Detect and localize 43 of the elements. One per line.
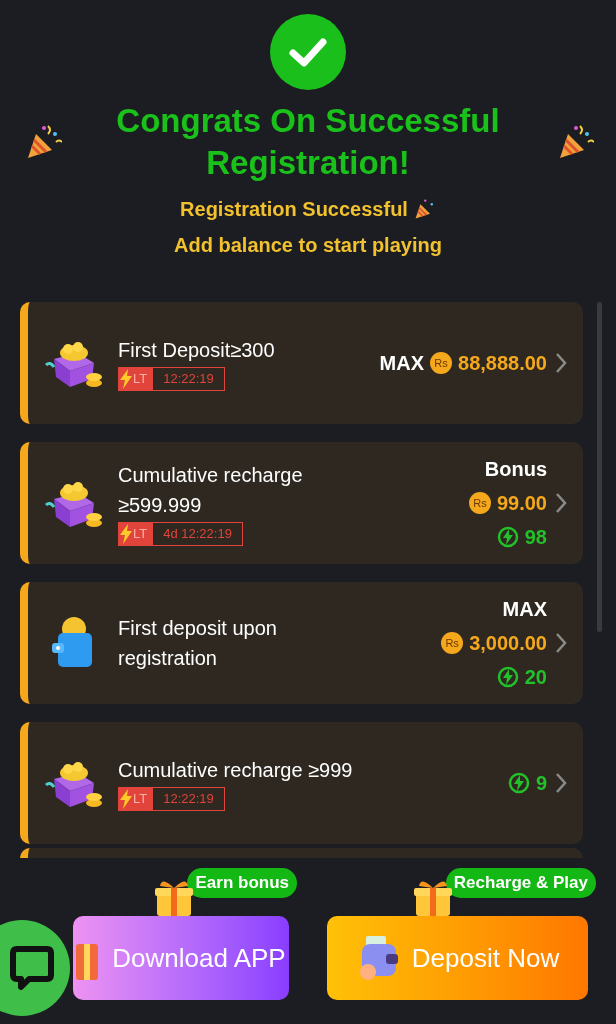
reward-label: MAX (502, 597, 547, 622)
currency-badge: Rs (441, 632, 464, 654)
chevron-right-icon (555, 352, 567, 374)
reward-label: MAX (379, 351, 424, 376)
lightning-icon (119, 789, 133, 809)
timer-badge: LT 12:22:19 (118, 367, 225, 391)
offer-card[interactable]: Cumulative recharge ≥599.999 LT 4d 12:22:19 Bonus Rs 99.00 98 (20, 442, 583, 564)
success-message: Registration Successful (180, 197, 408, 222)
scrollbar[interactable] (597, 302, 602, 632)
chevron-right-icon (555, 492, 567, 514)
currency-badge: Rs (468, 492, 491, 514)
reward-amount: 88,888.00 (458, 351, 547, 376)
reward-label: Bonus (484, 457, 547, 482)
chevron-right-icon (555, 772, 567, 794)
offer-title: First Deposit≥300 (118, 338, 276, 363)
lightning-badge-icon (507, 772, 530, 794)
offer-title: Cumulative recharge ≥999 (118, 758, 354, 783)
check-icon (270, 14, 346, 90)
lightning-badge-icon (496, 666, 519, 688)
offer-card[interactable]: Cumulative recharge ≥999 LT 12:22:19 9 (20, 722, 583, 844)
lightning-badge-icon (496, 526, 519, 548)
chat-icon (9, 945, 55, 991)
instruction-text: Add balance to start playing (174, 233, 442, 258)
reward-amount: 99.00 (496, 491, 547, 516)
lightning-icon (119, 369, 133, 389)
download-button[interactable]: Download APP (73, 916, 289, 1000)
offer-title: Cumulative recharge ≥599.999 (118, 463, 304, 518)
page-title: Congrats On Successful Registration! (115, 101, 501, 183)
offer-card[interactable]: First Deposit≥300 LT 12:22:19 MAX Rs 88,888.00 (20, 302, 583, 424)
chevron-right-icon (555, 632, 567, 654)
timer-badge: LT 12:22:19 (118, 787, 225, 811)
offer-title: First deposit upon registration (118, 616, 278, 671)
chat-button[interactable] (0, 920, 70, 1016)
lightning-icon (119, 524, 133, 544)
points-value: 20 (524, 665, 547, 690)
points-value: 98 (524, 525, 547, 550)
points-value: 9 (535, 771, 547, 796)
promo-tag: Earn bonus (187, 868, 297, 898)
reward-amount: 3,000.00 (469, 631, 547, 656)
timer-badge: LT 4d 12:22:19 (118, 522, 243, 546)
currency-badge: Rs (430, 352, 452, 374)
promo-tag: Recharge & Play (445, 868, 596, 898)
offer-card[interactable]: First deposit upon registration MAX Rs 3,000.00 20 (20, 582, 583, 704)
